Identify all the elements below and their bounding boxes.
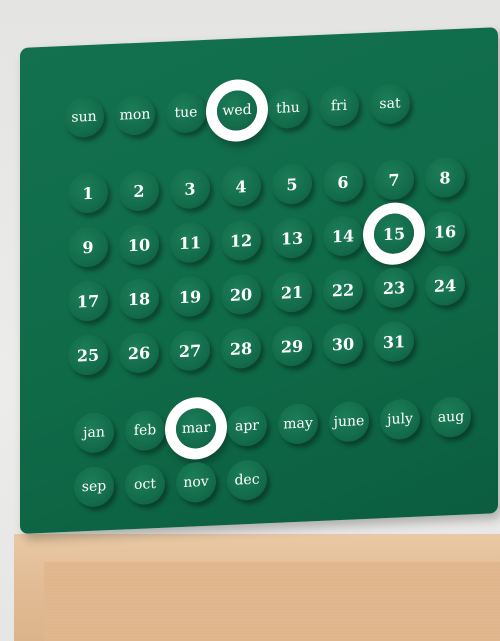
date-peg[interactable]: 14 bbox=[323, 215, 363, 257]
month-peg[interactable]: sep bbox=[74, 465, 114, 508]
month-peg[interactable]: jan bbox=[74, 411, 114, 454]
date-peg[interactable]: 8 bbox=[425, 156, 465, 199]
date-peg[interactable]: 21 bbox=[272, 271, 312, 313]
date-peg-selected[interactable]: 15 bbox=[374, 212, 414, 255]
date-peg[interactable]: 31 bbox=[374, 320, 414, 363]
day-peg[interactable]: mon bbox=[115, 94, 155, 136]
date-peg[interactable]: 2 bbox=[119, 169, 159, 212]
date-peg[interactable]: 24 bbox=[425, 264, 465, 307]
date-peg[interactable]: 1 bbox=[68, 172, 108, 214]
calendar-board: sun mon tue wed thu fri sat 1 2 3 4 5 6 7 8 9 10 11 12 13 14… bbox=[20, 27, 498, 535]
date-peg[interactable]: 29 bbox=[272, 325, 312, 367]
date-peg[interactable]: 20 bbox=[221, 273, 261, 316]
date-peg[interactable]: 25 bbox=[68, 334, 108, 376]
date-peg[interactable]: 30 bbox=[323, 323, 363, 365]
date-peg[interactable]: 22 bbox=[323, 269, 363, 311]
date-peg[interactable]: 9 bbox=[68, 226, 108, 268]
wooden-stand-front bbox=[44, 562, 500, 641]
date-peg[interactable]: 27 bbox=[170, 329, 210, 372]
date-peg[interactable]: 28 bbox=[221, 327, 261, 370]
date-peg[interactable]: 26 bbox=[119, 331, 159, 374]
date-peg[interactable]: 3 bbox=[170, 167, 210, 210]
month-peg[interactable]: dec bbox=[227, 459, 267, 501]
day-peg[interactable]: thu bbox=[268, 87, 308, 130]
date-peg[interactable]: 19 bbox=[170, 275, 210, 318]
date-peg[interactable]: 5 bbox=[272, 163, 312, 205]
date-peg[interactable]: 16 bbox=[425, 210, 465, 253]
month-peg[interactable]: july bbox=[380, 398, 420, 441]
month-peg[interactable]: oct bbox=[125, 463, 165, 506]
month-peg[interactable]: may bbox=[278, 402, 318, 445]
month-peg[interactable]: nov bbox=[176, 461, 216, 504]
date-peg[interactable]: 17 bbox=[68, 280, 108, 322]
day-peg[interactable]: tue bbox=[166, 91, 206, 134]
date-peg[interactable]: 12 bbox=[221, 219, 261, 262]
month-peg[interactable]: aug bbox=[431, 396, 471, 439]
date-peg[interactable]: 11 bbox=[170, 221, 210, 264]
day-peg[interactable]: sun bbox=[64, 96, 104, 139]
date-peg[interactable]: 18 bbox=[119, 277, 159, 320]
month-peg[interactable]: june bbox=[329, 400, 369, 443]
date-peg[interactable]: 13 bbox=[272, 217, 312, 259]
day-peg-selected[interactable]: wed bbox=[217, 89, 257, 132]
date-peg[interactable]: 7 bbox=[374, 158, 414, 201]
month-peg[interactable]: feb bbox=[125, 409, 165, 452]
date-peg[interactable]: 4 bbox=[221, 165, 261, 208]
day-peg[interactable]: fri bbox=[319, 85, 359, 127]
day-peg[interactable]: sat bbox=[370, 82, 410, 125]
date-peg[interactable]: 6 bbox=[323, 161, 363, 203]
date-peg[interactable]: 10 bbox=[119, 223, 159, 266]
date-peg[interactable]: 23 bbox=[374, 266, 414, 309]
month-peg[interactable]: apr bbox=[227, 405, 267, 447]
month-peg-selected[interactable]: mar bbox=[176, 407, 216, 450]
